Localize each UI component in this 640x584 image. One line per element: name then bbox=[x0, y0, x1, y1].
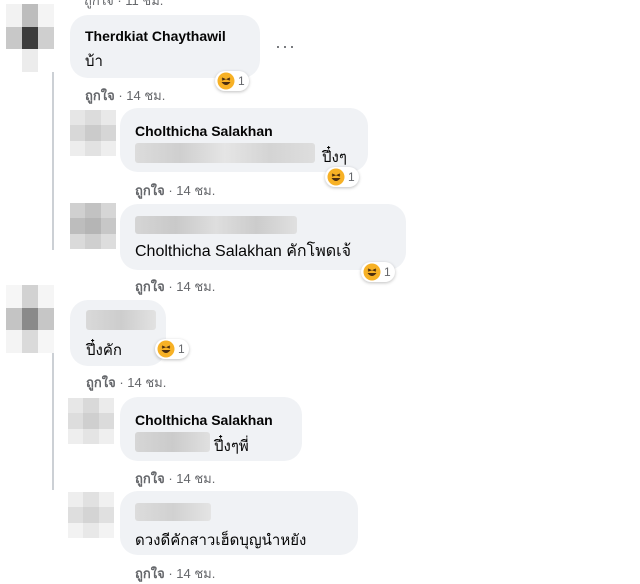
avatar[interactable] bbox=[70, 110, 116, 156]
redacted-name bbox=[86, 310, 156, 330]
comment-text: ดวงดีคักสาวเฮ็ดบุญนำหยัง bbox=[135, 532, 307, 549]
avatar[interactable] bbox=[68, 398, 114, 444]
reaction-count: 1 bbox=[348, 170, 355, 184]
comment-actions: ถูกใจ · 14 ชม. bbox=[135, 180, 215, 201]
redacted-name bbox=[135, 503, 211, 521]
like-link[interactable]: ถูกใจ bbox=[135, 471, 165, 486]
timestamp[interactable]: · 14 ชม. bbox=[168, 471, 215, 486]
clipped-meta: ถูกใจ · 11 ชม. bbox=[84, 0, 164, 8]
comment-actions: ถูกใจ · 14 ชม. bbox=[86, 372, 166, 393]
comment-text: ปึ๋งๆพี่ bbox=[214, 438, 249, 455]
reaction-summary[interactable]: 1 bbox=[361, 262, 395, 282]
redacted-text bbox=[135, 432, 210, 452]
timestamp[interactable]: · 14 ชม. bbox=[168, 566, 215, 581]
reaction-count: 1 bbox=[384, 265, 391, 279]
avatar[interactable] bbox=[6, 285, 54, 353]
comment-author[interactable]: Cholthicha Salakhan bbox=[135, 412, 273, 428]
haha-emoji-icon bbox=[217, 72, 235, 90]
like-link[interactable]: ถูกใจ bbox=[135, 183, 165, 198]
timestamp[interactable]: · 14 ชม. bbox=[168, 279, 215, 294]
redacted-text bbox=[135, 143, 315, 163]
comment-text: ปึ๋งๆ bbox=[322, 149, 347, 166]
reaction-count: 1 bbox=[178, 342, 185, 356]
comment-actions: ถูกใจ · 14 ชม. bbox=[135, 276, 215, 297]
avatar[interactable] bbox=[70, 203, 116, 249]
haha-emoji-icon bbox=[327, 168, 345, 186]
timestamp[interactable]: · 14 ชม. bbox=[119, 375, 166, 390]
thread-line bbox=[52, 340, 54, 490]
reaction-summary[interactable]: 1 bbox=[325, 167, 359, 187]
timestamp[interactable]: · 14 ชม. bbox=[118, 88, 165, 103]
comment-actions: ถูกใจ · 14 ชม. bbox=[85, 85, 165, 106]
avatar[interactable] bbox=[6, 4, 54, 72]
thread-line bbox=[52, 70, 54, 250]
comment-author[interactable]: Cholthicha Salakhan bbox=[135, 123, 273, 139]
comment-actions: ถูกใจ · 14 ชม. bbox=[135, 468, 215, 489]
haha-emoji-icon bbox=[157, 340, 175, 358]
reaction-summary[interactable]: 1 bbox=[215, 71, 249, 91]
reaction-summary[interactable]: 1 bbox=[155, 339, 189, 359]
comment-text: บ้า bbox=[85, 53, 103, 70]
like-link[interactable]: ถูกใจ bbox=[135, 566, 165, 581]
like-link[interactable]: ถูกใจ bbox=[86, 375, 116, 390]
like-link[interactable]: ถูกใจ bbox=[135, 279, 165, 294]
more-options-icon[interactable]: ··· bbox=[275, 36, 296, 57]
avatar[interactable] bbox=[68, 492, 114, 538]
reaction-count: 1 bbox=[238, 74, 245, 88]
timestamp[interactable]: · 14 ชม. bbox=[168, 183, 215, 198]
comment-text: ปึ๋งคัก bbox=[86, 342, 122, 359]
haha-emoji-icon bbox=[363, 263, 381, 281]
comment-text: Cholthicha Salakhan คักโพดเจ้ bbox=[135, 243, 351, 260]
redacted-name bbox=[135, 216, 297, 234]
comment-author[interactable]: Therdkiat Chaythawil bbox=[85, 28, 226, 44]
like-link[interactable]: ถูกใจ bbox=[85, 88, 115, 103]
